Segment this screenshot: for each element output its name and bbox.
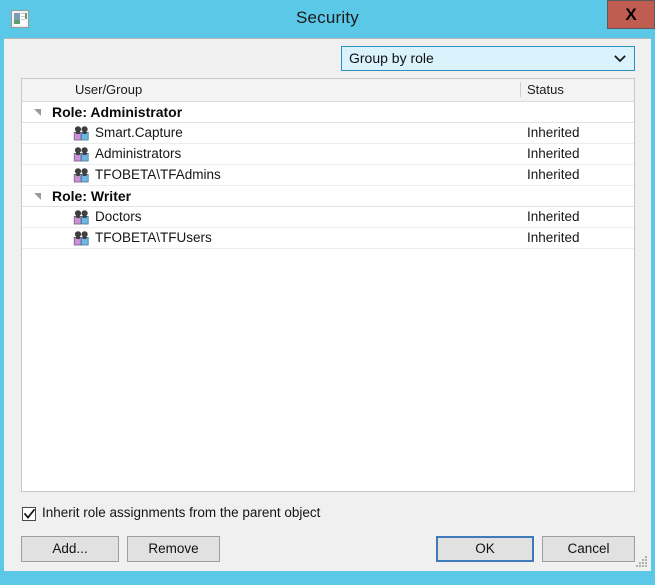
expanded-triangle-icon[interactable] <box>33 109 42 118</box>
window-title: Security <box>295 8 359 27</box>
group-users-icon <box>73 210 90 225</box>
table-row[interactable]: Doctors Inherited <box>22 207 634 228</box>
list-item-name: Smart.Capture <box>95 125 183 140</box>
checkmark-icon <box>24 509 35 519</box>
list-item-name: TFOBETA\TFAdmins <box>95 167 221 182</box>
resize-grip[interactable] <box>636 556 648 568</box>
permissions-listview[interactable]: User/Group Status Role: Administrator Sm… <box>21 78 635 492</box>
table-row[interactable]: Administrators Inherited <box>22 144 634 165</box>
group-label: Role: Administrator <box>52 104 183 120</box>
title-bar: Security X <box>0 0 655 38</box>
list-item-status: Inherited <box>527 230 580 245</box>
table-row[interactable]: Smart.Capture Inherited <box>22 123 634 144</box>
group-users-icon <box>73 147 90 162</box>
group-header-row[interactable]: Role: Administrator <box>22 102 634 123</box>
group-users-icon <box>73 168 90 183</box>
column-header-status[interactable]: Status <box>527 82 564 97</box>
remove-button[interactable]: Remove <box>127 536 220 562</box>
expanded-triangle-icon[interactable] <box>33 193 42 202</box>
table-row[interactable]: TFOBETA\TFAdmins Inherited <box>22 165 634 186</box>
ok-button[interactable]: OK <box>436 536 534 562</box>
list-item-name: TFOBETA\TFUsers <box>95 230 212 245</box>
listview-body: Role: Administrator Smart.Capture Inheri… <box>22 102 634 249</box>
group-header-row[interactable]: Role: Writer <box>22 186 634 207</box>
chevron-down-icon <box>614 54 626 64</box>
list-item-status: Inherited <box>527 167 580 182</box>
cancel-button[interactable]: Cancel <box>542 536 635 562</box>
list-item-name: Administrators <box>95 146 182 161</box>
add-button[interactable]: Add... <box>21 536 119 562</box>
list-item-status: Inherited <box>527 209 580 224</box>
table-row[interactable]: TFOBETA\TFUsers Inherited <box>22 228 634 249</box>
inherit-checkbox-label: Inherit role assignments from the parent… <box>42 505 321 520</box>
listview-header: User/Group Status <box>22 79 634 102</box>
list-item-name: Doctors <box>95 209 142 224</box>
group-label: Role: Writer <box>52 188 132 204</box>
security-dialog-window: Security X Group by role User/Group Stat… <box>0 0 655 585</box>
group-by-selected-value: Group by role <box>349 50 434 66</box>
group-by-dropdown[interactable]: Group by role <box>341 46 635 71</box>
column-divider[interactable] <box>520 82 521 97</box>
inherit-checkbox[interactable] <box>22 507 36 521</box>
dialog-body: Group by role User/Group Status Role: Ad… <box>4 38 651 571</box>
list-item-status: Inherited <box>527 146 580 161</box>
column-header-user-group[interactable]: User/Group <box>75 82 142 97</box>
close-button[interactable]: X <box>607 0 655 29</box>
group-users-icon <box>73 126 90 141</box>
list-item-status: Inherited <box>527 125 580 140</box>
group-users-icon <box>73 231 90 246</box>
